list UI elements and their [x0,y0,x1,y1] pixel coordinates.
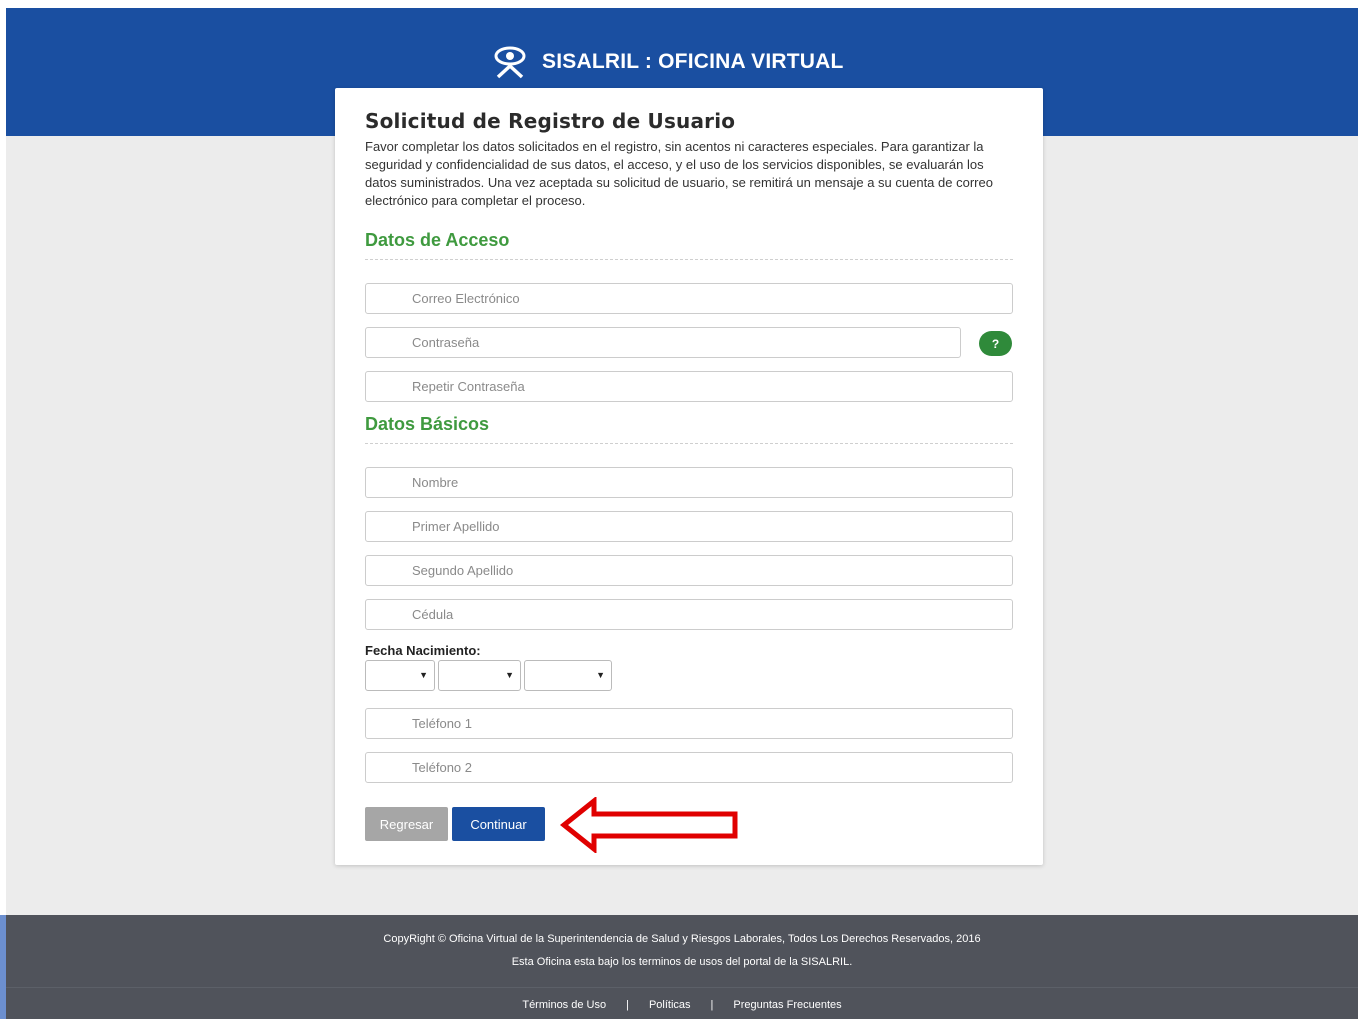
access-section-title: Datos de Acceso [365,230,1013,260]
back-button[interactable]: Regresar [365,807,448,841]
brand[interactable]: SISALRIL : OFICINA VIRTUAL [492,44,844,80]
id-number-field[interactable] [365,599,1013,630]
password-help-button[interactable]: ? [979,331,1012,356]
basic-section-title: Datos Básicos [365,414,1013,444]
footer-links: Términos de Uso | Políticas | Preguntas … [6,999,1358,1011]
dob-label: Fecha Nacimiento: [365,643,481,658]
footer-link-policies[interactable]: Políticas [649,999,691,1011]
password-field[interactable] [365,327,961,358]
footer-terms-note: Esta Oficina esta bajo los terminos de u… [511,956,853,968]
continue-button[interactable]: Continuar [452,807,545,841]
top-white-strip [0,0,1358,8]
dob-day-select[interactable]: ▼ [365,660,435,691]
footer-divider [6,987,1358,988]
site-footer: CopyRight © Oficina Virtual de la Superi… [6,915,1358,1019]
left-arrow-annotation-icon [559,795,740,858]
first-surname-field[interactable] [365,511,1013,542]
footer-separator: | [626,999,629,1011]
brand-title: SISALRIL : OFICINA VIRTUAL [542,50,844,73]
dob-month-select[interactable]: ▼ [438,660,521,691]
chevron-down-icon: ▼ [505,670,514,680]
phone2-field[interactable] [365,752,1013,783]
footer-copyright: CopyRight © Oficina Virtual de la Superi… [383,933,981,945]
footer-link-faq[interactable]: Preguntas Frecuentes [733,999,841,1011]
chevron-down-icon: ▼ [596,670,605,680]
form-title: Solicitud de Registro de Usuario [365,109,736,133]
phone1-field[interactable] [365,708,1013,739]
dob-year-select[interactable]: ▼ [524,660,612,691]
chevron-down-icon: ▼ [419,670,428,680]
form-intro-text: Favor completar los datos solicitados en… [365,139,993,208]
email-field[interactable] [365,283,1013,314]
sisalril-logo-icon [492,45,528,79]
repeat-password-field[interactable] [365,371,1013,402]
footer-separator: | [710,999,714,1011]
name-field[interactable] [365,467,1013,498]
second-surname-field[interactable] [365,555,1013,586]
registration-form-card: Solicitud de Registro de Usuario Favor c… [335,88,1043,865]
footer-link-terms[interactable]: Términos de Uso [522,999,606,1011]
